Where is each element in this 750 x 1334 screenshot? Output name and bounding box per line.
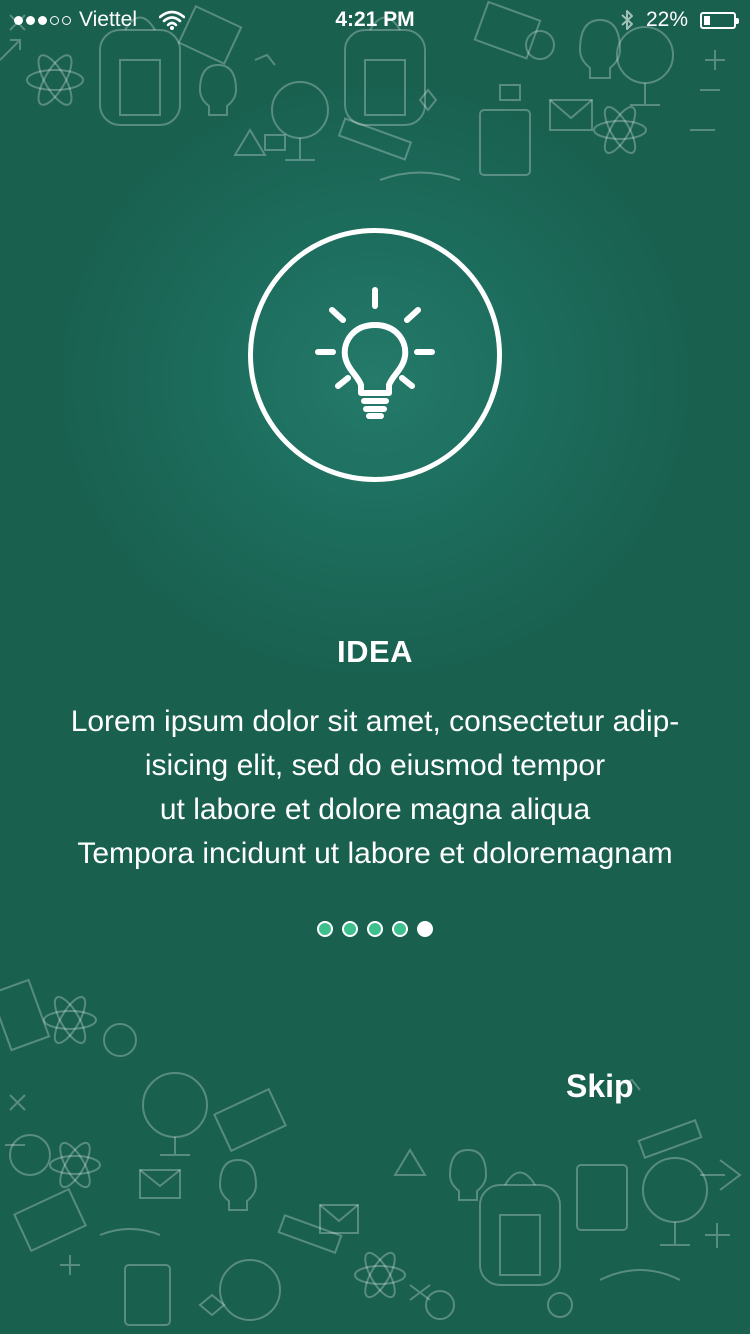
description-line: Lorem ipsum dolor sit amet, consectetur … (70, 705, 680, 738)
status-bar: Viettel 4:21 PM 22% (0, 0, 750, 40)
bluetooth-icon (621, 10, 633, 30)
status-right: 22% (620, 8, 739, 32)
hero-icon-circle (248, 228, 502, 482)
page-dot-3[interactable] (367, 921, 383, 937)
description-line: isicing elit, sed do eiusmod tempor (144, 749, 606, 782)
page-dot-2[interactable] (342, 921, 358, 937)
lightbulb-icon (315, 287, 435, 419)
battery-percent: 22% (645, 8, 688, 31)
skip-button[interactable]: Skip (566, 1068, 634, 1105)
description-line: ut labore et dolore magna aliqua (159, 793, 591, 826)
page-dot-4[interactable] (392, 921, 408, 937)
page-indicator (0, 921, 750, 937)
page-dot-5-active[interactable] (417, 921, 433, 937)
onboarding-title: IDEA (336, 634, 414, 669)
page-dot-1[interactable] (317, 921, 333, 937)
onboarding-description: Lorem ipsum dolor sit amet, consectetur … (20, 700, 730, 876)
description-line: Tempora incidunt ut labore et doloremagn… (77, 837, 673, 870)
battery-icon (700, 11, 739, 29)
doodle-pattern-bottom (0, 978, 742, 1326)
